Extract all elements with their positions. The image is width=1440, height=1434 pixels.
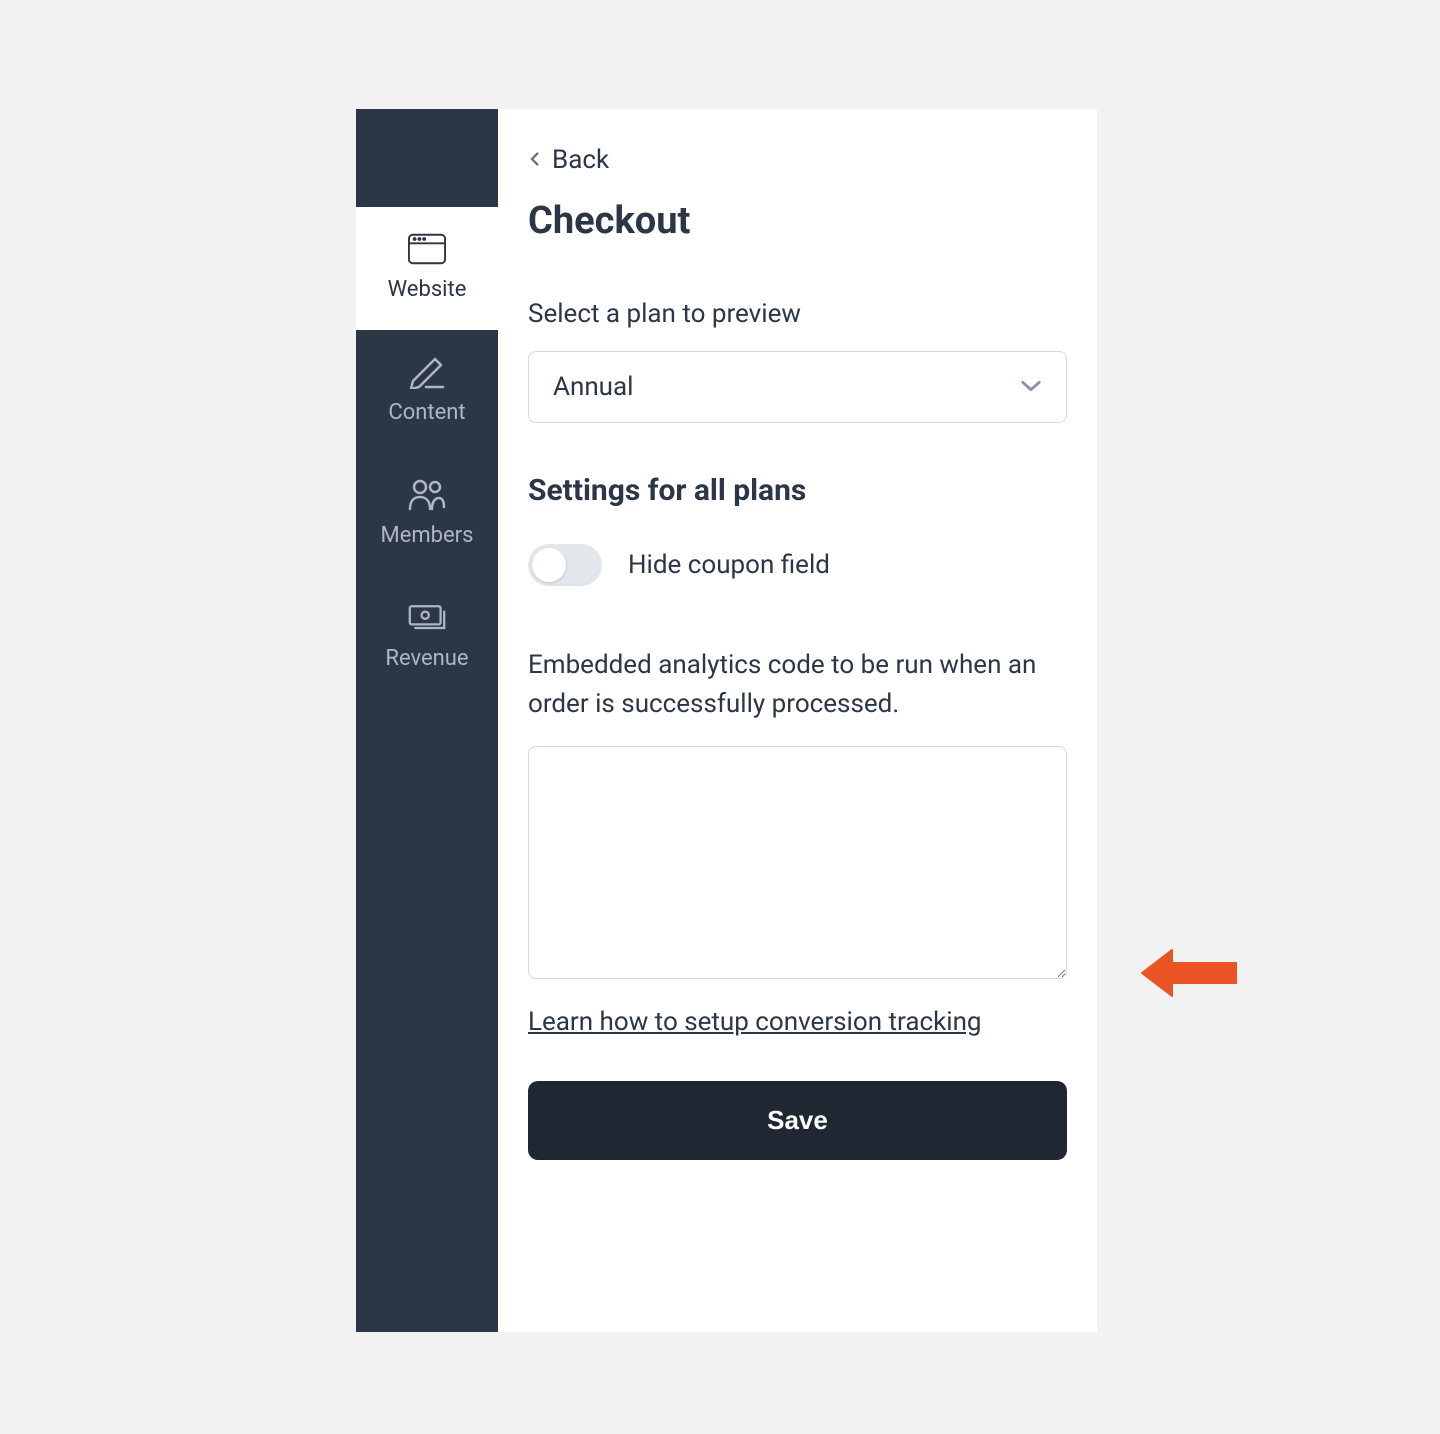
sidebar-item-label: Website: [388, 277, 467, 302]
analytics-code-input[interactable]: [528, 746, 1067, 979]
save-button[interactable]: Save: [528, 1081, 1067, 1160]
learn-conversion-link[interactable]: Learn how to setup conversion tracking: [528, 1007, 982, 1037]
chevron-left-icon: [528, 151, 542, 170]
hide-coupon-row: Hide coupon field: [528, 544, 1067, 586]
members-icon: [408, 481, 446, 509]
back-button[interactable]: Back: [528, 145, 1067, 175]
sidebar-item-content[interactable]: Content: [356, 330, 498, 453]
money-icon: [408, 604, 446, 632]
back-label: Back: [552, 145, 609, 175]
settings-heading: Settings for all plans: [528, 473, 1067, 508]
sidebar: Website Content Members: [356, 109, 498, 1332]
app-window: Website Content Members: [356, 109, 1097, 1332]
sidebar-item-revenue[interactable]: Revenue: [356, 576, 498, 699]
chevron-down-icon: [1020, 378, 1042, 397]
sidebar-item-website[interactable]: Website: [356, 207, 498, 330]
plan-select-label: Select a plan to preview: [528, 299, 1067, 329]
plan-select[interactable]: Annual: [528, 351, 1067, 423]
plan-select-value: Annual: [553, 372, 633, 402]
sidebar-item-label: Revenue: [385, 646, 468, 671]
browser-window-icon: [408, 235, 446, 263]
callout-arrow-icon: [1134, 938, 1234, 998]
toggle-knob: [532, 548, 566, 582]
pencil-icon: [408, 358, 446, 386]
sidebar-item-label: Content: [388, 400, 465, 425]
sidebar-item-label: Members: [381, 523, 474, 548]
analytics-description: Embedded analytics code to be run when a…: [528, 646, 1067, 724]
sidebar-logo: [356, 109, 498, 207]
page-title: Checkout: [528, 199, 1067, 243]
hide-coupon-toggle[interactable]: [528, 544, 602, 586]
sidebar-item-members[interactable]: Members: [356, 453, 498, 576]
hide-coupon-label: Hide coupon field: [628, 550, 830, 580]
main-content: Back Checkout Select a plan to preview A…: [498, 109, 1097, 1332]
